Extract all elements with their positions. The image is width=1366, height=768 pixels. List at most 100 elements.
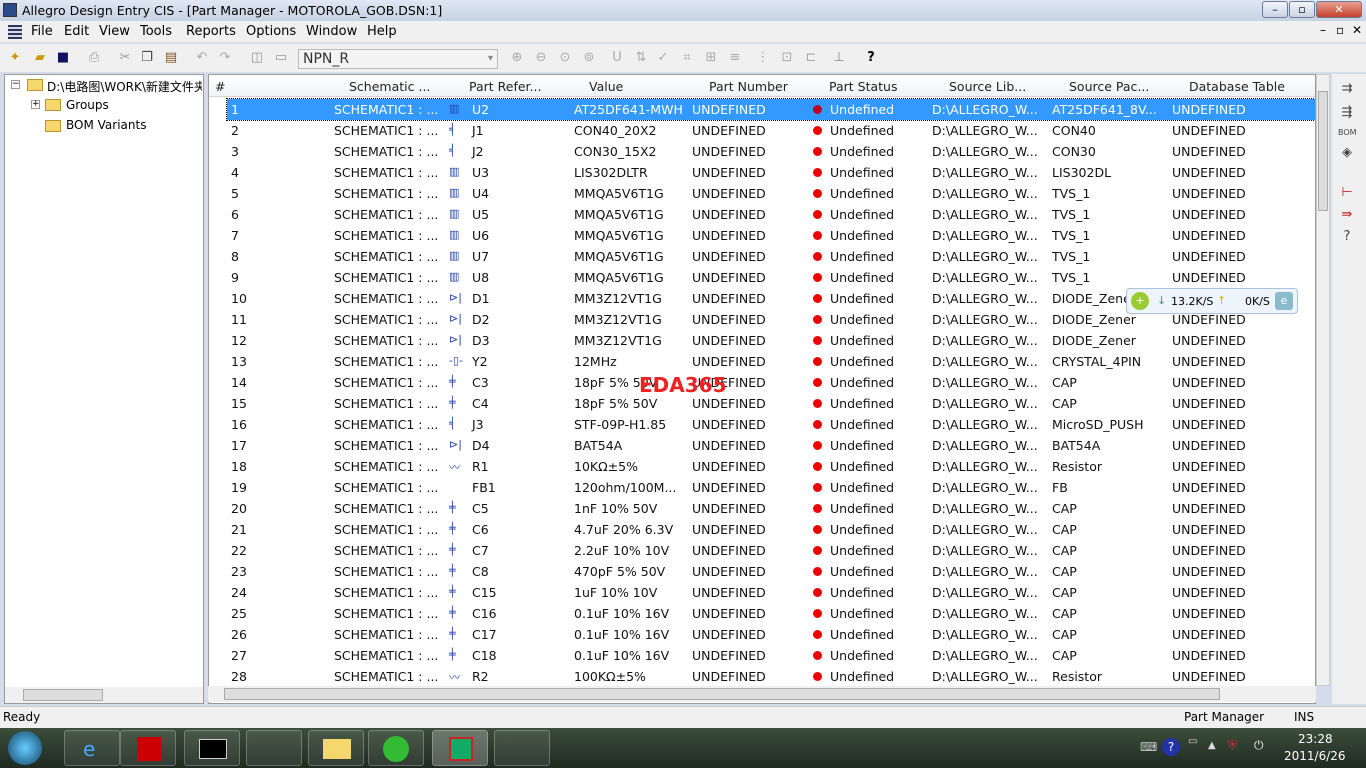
table-row[interactable]: 14 SCHEMATIC1 : ... ╪ C3 18pF 5% 50V UNDEFINE…: [227, 372, 1315, 393]
list-icon[interactable]: ≡: [726, 49, 744, 67]
taskbar-allegro[interactable]: [432, 730, 488, 766]
part-combo-box[interactable]: NPN_R ▾: [298, 49, 498, 69]
undo-icon[interactable]: ↶: [193, 49, 211, 67]
update-icon[interactable]: U: [608, 49, 626, 67]
table-row[interactable]: 4 SCHEMATIC1 : ... ▥ U3 LIS302DLTR UNDEFINED U…: [227, 162, 1315, 183]
col-value[interactable]: Value: [589, 79, 623, 94]
zoom-in-icon[interactable]: ⊕: [508, 49, 526, 67]
col-source-library[interactable]: Source Lib...: [949, 79, 1026, 94]
table-row[interactable]: 3 SCHEMATIC1 : ... ╡ J2 CON30_15X2 UNDEFINED U…: [227, 141, 1315, 162]
copy-icon[interactable]: ❐: [138, 49, 156, 67]
help-icon[interactable]: ?: [862, 49, 880, 67]
print-icon[interactable]: ⎙: [85, 49, 103, 67]
chevron-down-icon[interactable]: ▾: [488, 50, 493, 68]
table-row[interactable]: 22 SCHEMATIC1 : ... ╪ C7 2.2uF 10% 10V UNDEFI…: [227, 540, 1315, 561]
table-row[interactable]: 21 SCHEMATIC1 : ... ╪ C6 4.7uF 20% 6.3V UNDEF…: [227, 519, 1315, 540]
col-part-status[interactable]: Part Status: [829, 79, 897, 94]
table-row[interactable]: 9 SCHEMATIC1 : ... ▥ U8 MMQA5V6T1G UNDEFINED U…: [227, 267, 1315, 288]
shield-icon[interactable]: ⛨: [1228, 738, 1237, 753]
table-row[interactable]: 1 SCHEMATIC1 : ... ▥ U2 AT25DF641-MWH UNDEFIN…: [226, 98, 1315, 121]
zoom-out-icon[interactable]: ⊖: [532, 49, 550, 67]
mdi-restore-button[interactable]: ▫: [1336, 23, 1344, 37]
cut-icon[interactable]: ✂: [116, 49, 134, 67]
check-icon[interactable]: ✓: [654, 49, 672, 67]
tool-icon-2[interactable]: ⇶: [1338, 104, 1356, 122]
link-icon[interactable]: ⊞: [702, 49, 720, 67]
power-icon[interactable]: ⏻: [1254, 738, 1264, 753]
document-icon[interactable]: [8, 25, 22, 39]
menu-help[interactable]: Help: [367, 24, 397, 39]
menu-reports[interactable]: Reports: [186, 24, 236, 39]
table-row[interactable]: 19 SCHEMATIC1 : ... FB1 120ohm/100M... UNDEF…: [227, 477, 1315, 498]
table-row[interactable]: 8 SCHEMATIC1 : ... ▥ U7 MMQA5V6T1G UNDEFINED U…: [227, 246, 1315, 267]
menu-options[interactable]: Options: [246, 24, 296, 39]
pin-icon[interactable]: ⋮: [754, 49, 772, 67]
taskbar-cmd[interactable]: [184, 730, 240, 766]
bom-icon[interactable]: BOM: [1338, 124, 1357, 142]
table-row[interactable]: 18 SCHEMATIC1 : ... 〰 R1 10KΩ±5% UNDEFINED Und…: [227, 456, 1315, 477]
tool-icon-5[interactable]: ⊢: [1338, 184, 1356, 202]
taskbar-app[interactable]: [246, 730, 302, 766]
col-schematic[interactable]: Schematic ...: [349, 79, 430, 94]
hierarchy-icon[interactable]: ⊥: [830, 49, 848, 67]
mdi-close-button[interactable]: ✕: [1352, 23, 1362, 37]
table-row[interactable]: 27 SCHEMATIC1 : ... ╪ C18 0.1uF 10% 16V UNDEF…: [227, 645, 1315, 666]
window-view-icon[interactable]: ▭: [272, 49, 290, 67]
table-row[interactable]: 12 SCHEMATIC1 : ... ⊳| D3 MM3Z12VT1G UNDEFINE…: [227, 330, 1315, 351]
table-row[interactable]: 15 SCHEMATIC1 : ... ╪ C4 18pF 5% 50V UNDEFINE…: [227, 393, 1315, 414]
scroll-thumb[interactable]: [23, 689, 103, 701]
table-row[interactable]: 17 SCHEMATIC1 : ... ⊳| D4 BAT54A UNDEFINED Und…: [227, 435, 1315, 456]
property-icon[interactable]: ⌗: [678, 49, 696, 67]
clock-time[interactable]: 23:28: [1298, 732, 1333, 746]
keyboard-icon[interactable]: ⌨: [1140, 740, 1157, 754]
collapse-icon[interactable]: −: [11, 80, 20, 89]
new-icon[interactable]: ✦: [6, 49, 24, 67]
help-icon[interactable]: ?: [1338, 228, 1356, 246]
table-row[interactable]: 25 SCHEMATIC1 : ... ╪ C16 0.1uF 10% 16V UNDEF…: [227, 603, 1315, 624]
help-tray-icon[interactable]: ?: [1162, 738, 1180, 756]
split-view-icon[interactable]: ◫: [248, 49, 266, 67]
minimize-button[interactable]: –: [1262, 1, 1288, 18]
menu-window[interactable]: Window: [306, 24, 357, 39]
col-database-table[interactable]: Database Table: [1189, 79, 1285, 94]
tree-horizontal-scrollbar[interactable]: [5, 687, 203, 703]
table-row[interactable]: 26 SCHEMATIC1 : ... ╪ C17 0.1uF 10% 16V UNDEF…: [227, 624, 1315, 645]
tree-item-groups[interactable]: Groups: [66, 98, 109, 112]
tool-icon-1[interactable]: ⇉: [1338, 80, 1356, 98]
horizontal-scrollbar[interactable]: [208, 686, 1316, 702]
scroll-thumb[interactable]: [1318, 91, 1328, 211]
taskbar-ie[interactable]: e: [64, 730, 120, 766]
taskbar-360[interactable]: [368, 730, 424, 766]
table-row[interactable]: 5 SCHEMATIC1 : ... ▥ U4 MMQA5V6T1G UNDEFINED U…: [227, 183, 1315, 204]
table-row[interactable]: 24 SCHEMATIC1 : ... ╪ C15 1uF 10% 10V UNDEFIN…: [227, 582, 1315, 603]
maximize-button[interactable]: ▫: [1289, 1, 1315, 18]
menu-tools[interactable]: Tools: [140, 24, 172, 39]
tool-icon-6[interactable]: ⇛: [1338, 206, 1356, 224]
table-row[interactable]: 7 SCHEMATIC1 : ... ▥ U6 MMQA5V6T1G UNDEFINED U…: [227, 225, 1315, 246]
browser-icon[interactable]: e: [1275, 292, 1293, 310]
expand-icon[interactable]: +: [31, 100, 40, 109]
zoom-area-icon[interactable]: ⊙: [556, 49, 574, 67]
col-index[interactable]: #: [215, 79, 225, 94]
network-icon[interactable]: ▭: [1188, 736, 1197, 747]
table-row[interactable]: 2 SCHEMATIC1 : ... ╡ J1 CON40_20X2 UNDEFINED U…: [227, 120, 1315, 141]
save-icon[interactable]: ■: [54, 49, 72, 67]
close-button[interactable]: ✕: [1316, 1, 1362, 18]
assign-icon[interactable]: ⊡: [778, 49, 796, 67]
vertical-scrollbar[interactable]: [1316, 74, 1330, 686]
export-icon[interactable]: ⊏: [802, 49, 820, 67]
table-row[interactable]: 23 SCHEMATIC1 : ... ╪ C8 470pF 5% 50V UNDEFIN…: [227, 561, 1315, 582]
table-row[interactable]: 6 SCHEMATIC1 : ... ▥ U5 MMQA5V6T1G UNDEFINED U…: [227, 204, 1315, 225]
tree-item-bom-variants[interactable]: BOM Variants: [66, 118, 146, 132]
menu-edit[interactable]: Edit: [64, 24, 89, 39]
sort-icon[interactable]: ⇅: [632, 49, 650, 67]
table-row[interactable]: 20 SCHEMATIC1 : ... ╪ C5 1nF 10% 50V UNDEFINE…: [227, 498, 1315, 519]
show-hidden-icons[interactable]: ▲: [1208, 740, 1216, 751]
zoom-all-icon[interactable]: ⊚: [580, 49, 598, 67]
table-row[interactable]: 28 SCHEMATIC1 : ... 〰 R2 100KΩ±5% UNDEFINED Un…: [227, 666, 1315, 687]
tool-icon-4[interactable]: ◈: [1338, 144, 1356, 162]
open-icon[interactable]: ▰: [31, 49, 49, 67]
taskbar-explorer[interactable]: [308, 730, 364, 766]
menu-file[interactable]: File: [31, 24, 53, 39]
scroll-thumb[interactable]: [224, 688, 1220, 700]
